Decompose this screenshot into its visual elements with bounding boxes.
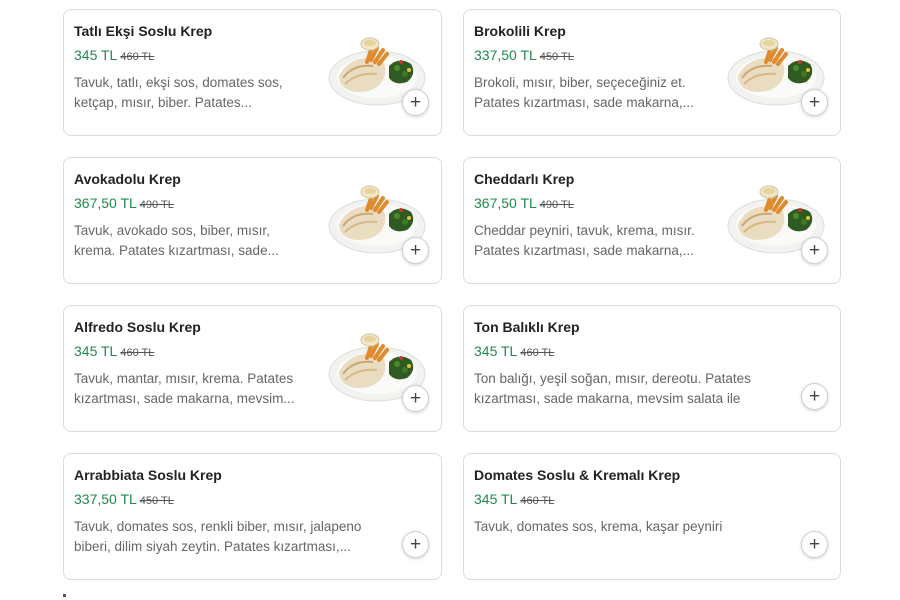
item-price: 345 TL [74, 47, 118, 63]
next-section-edge [63, 594, 66, 597]
item-description: Tavuk, domates sos, renkli biber, mısır,… [74, 519, 362, 554]
plus-icon: + [409, 239, 422, 261]
menu-item-card[interactable]: Avokadolu Krep 367,50 TL 490 TL Tavuk, av… [63, 157, 442, 284]
item-price-row: 345 TL 460 TL [474, 343, 830, 361]
add-to-cart-button[interactable]: + [801, 237, 828, 264]
item-description: Cheddar peyniri, tavuk, krema, mısır. Pa… [474, 223, 695, 258]
item-old-price: 460 TL [520, 347, 555, 359]
item-title: Arrabbiata Soslu Krep [74, 467, 222, 483]
add-to-cart-button[interactable]: + [402, 531, 429, 558]
menu-item-card[interactable]: Cheddarlı Krep 367,50 TL 490 TL Cheddar p… [463, 157, 841, 284]
item-price-row: 345 TL 460 TL [474, 491, 830, 509]
add-to-cart-button[interactable]: + [801, 383, 828, 410]
item-description: Tavuk, avokado sos, biber, mısır, krema.… [74, 223, 279, 258]
item-price: 345 TL [474, 491, 518, 507]
plus-icon: + [808, 533, 821, 555]
item-price: 367,50 TL [74, 195, 137, 211]
item-description: Tavuk, mantar, mısır, krema. Patates kız… [74, 371, 295, 406]
menu-item-card[interactable]: Arrabbiata Soslu Krep 337,50 TL 450 TL Ta… [63, 453, 442, 580]
item-old-price: 460 TL [120, 347, 155, 359]
item-old-price: 490 TL [539, 199, 574, 211]
menu-item-card[interactable]: Alfredo Soslu Krep 345 TL 460 TL Tavuk, m… [63, 305, 442, 432]
item-old-price: 490 TL [139, 199, 174, 211]
item-description: Tavuk, tatlı, ekşi sos, domates sos, ket… [74, 75, 283, 110]
plus-icon: + [808, 239, 821, 261]
add-to-cart-button[interactable]: + [402, 237, 429, 264]
menu-item-card[interactable]: Brokolili Krep 337,50 TL 450 TL Brokoli, … [463, 9, 841, 136]
item-description: Ton balığı, yeşil soğan, mısır, dereotu.… [474, 371, 751, 406]
item-title: Domates Soslu & Kremalı Krep [474, 467, 681, 483]
item-price: 345 TL [474, 343, 518, 359]
add-to-cart-button[interactable]: + [402, 385, 429, 412]
plus-icon: + [409, 91, 422, 113]
menu-item-card[interactable]: Tatlı Ekşi Soslu Krep 345 TL 460 TL Tavuk… [63, 9, 442, 136]
item-price: 337,50 TL [474, 47, 537, 63]
plus-icon: + [409, 387, 422, 409]
item-old-price: 460 TL [120, 51, 155, 63]
item-title: Ton Balıklı Krep [474, 319, 580, 335]
plus-icon: + [808, 385, 821, 407]
add-to-cart-button[interactable]: + [801, 531, 828, 558]
item-price: 367,50 TL [474, 195, 537, 211]
item-description: Brokoli, mısır, biber, seçeceğiniz et. P… [474, 75, 694, 110]
item-price: 337,50 TL [74, 491, 137, 507]
item-price: 345 TL [74, 343, 118, 359]
add-to-cart-button[interactable]: + [402, 89, 429, 116]
item-old-price: 450 TL [139, 495, 174, 507]
menu-item-card[interactable]: Domates Soslu & Kremalı Krep 345 TL 460 T… [463, 453, 841, 580]
add-to-cart-button[interactable]: + [801, 89, 828, 116]
menu-grid: Tatlı Ekşi Soslu Krep 345 TL 460 TL Tavuk… [63, 9, 841, 580]
plus-icon: + [409, 533, 422, 555]
plus-icon: + [808, 91, 821, 113]
item-description: Tavuk, domates sos, krema, kaşar peyniri [474, 519, 723, 534]
menu-item-card[interactable]: Ton Balıklı Krep 345 TL 460 TL Ton balığı… [463, 305, 841, 432]
item-old-price: 460 TL [520, 495, 555, 507]
item-old-price: 450 TL [539, 51, 574, 63]
item-price-row: 337,50 TL 450 TL [74, 491, 431, 509]
